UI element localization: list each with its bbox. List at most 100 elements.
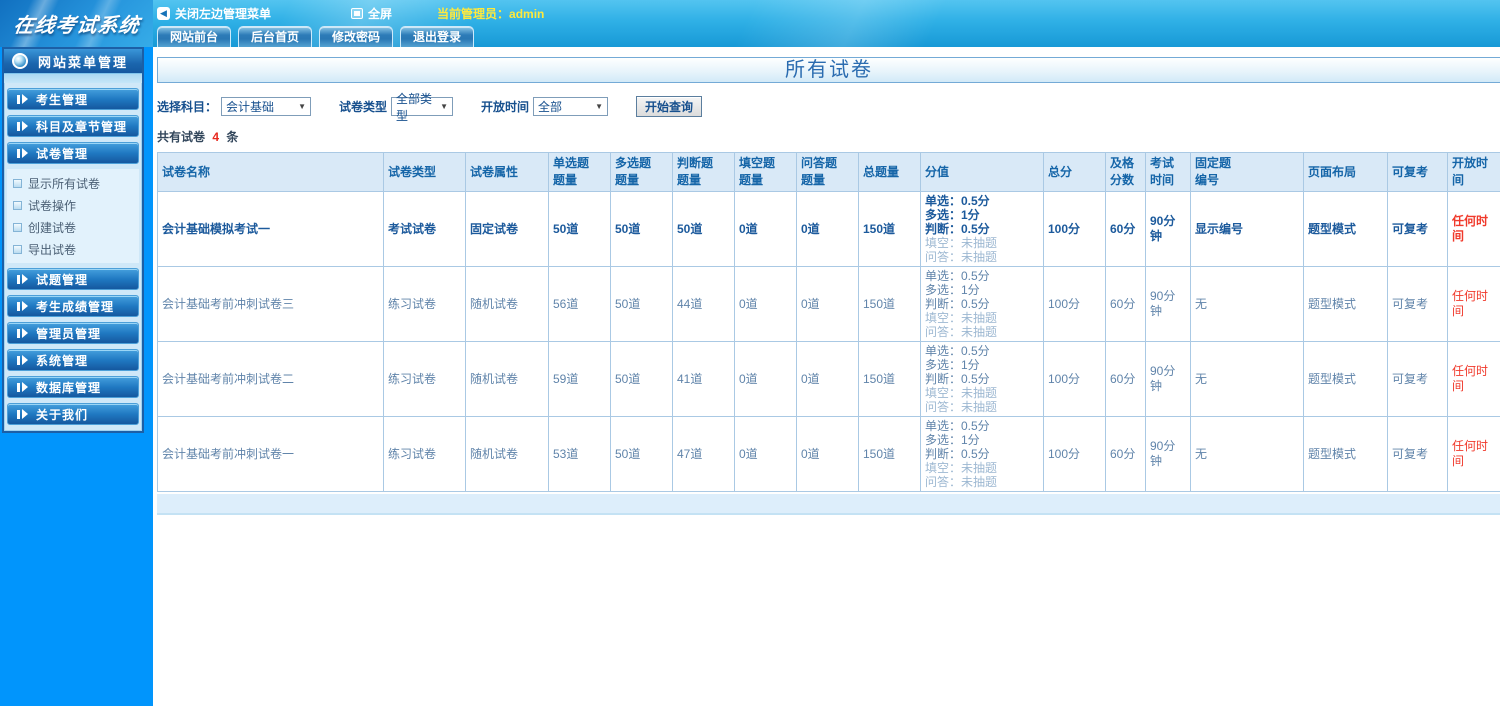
col-blank-count: 填空题 题量 [734,152,797,192]
page-body: 网站菜单管理 考生管理 科目及章节管理 试卷管理 显示所有试卷 试卷操作 创建试… [0,47,1500,706]
subject-filter-label: 选择科目： [157,100,218,114]
table-cell: 90分钟 [1145,416,1191,492]
table-cell: 0道 [796,341,859,417]
start-query-button[interactable]: 开始查询 [636,96,703,117]
paper-type-filter-label: 试卷类型 [339,100,388,114]
sidebar-item-database-mgmt[interactable]: 数据库管理 [7,376,139,398]
table-cell: 90分钟 [1145,266,1191,342]
submenu-show-all-papers[interactable]: 显示所有试卷 [13,172,139,194]
fullscreen-button[interactable]: 全屏 [351,5,392,22]
table-cell: 可复考 [1387,416,1448,492]
paper-count-value: 4 [212,130,220,144]
table-cell: 150道 [858,191,921,267]
table-cell: 100分 [1043,341,1106,417]
sidebar-item-subject-chapter-mgmt[interactable]: 科目及章节管理 [7,115,139,137]
sidebar: 网站菜单管理 考生管理 科目及章节管理 试卷管理 显示所有试卷 试卷操作 创建试… [0,47,153,706]
table-row: 会计基础考前冲刺试卷二 练习试卷 随机试卷 59道 50道 41道 0道 0道 … [157,341,1500,417]
table-cell: 会计基础模拟考试一 [157,191,384,267]
table-cell: 题型模式 [1303,266,1388,342]
table-cell: 50道 [610,191,673,267]
table-cell-open-time: 任何时间 [1447,266,1500,342]
table-cell: 0道 [796,191,859,267]
paper-count-row: 共有试卷 4 条 [157,128,1500,145]
sidebar-item-paper-mgmt[interactable]: 试卷管理 [7,142,139,164]
col-retake: 可复考 [1387,152,1448,192]
table-cell: 可复考 [1387,341,1448,417]
table-cell-open-time: 任何时间 [1447,191,1500,267]
page-title-bar: 所有试卷 [157,57,1500,83]
app-logo: 在线考试系统 [0,0,153,47]
submenu-paper-operation[interactable]: 试卷操作 [13,194,139,216]
paper-type-select[interactable]: 全部类型 ▼ [391,92,454,123]
tab-change-password[interactable]: 修改密码 [319,26,394,47]
table-cell: 0道 [734,341,797,417]
table-cell: 150道 [858,341,921,417]
subject-select[interactable]: 会计基础 ▼ [221,97,312,116]
play-bar-icon [17,328,28,338]
sidebar-item-admin-mgmt[interactable]: 管理员管理 [7,322,139,344]
table-row: 会计基础考前冲刺试卷三 练习试卷 随机试卷 56道 50道 44道 0道 0道 … [157,266,1500,342]
sidebar-menu-panel: 网站菜单管理 考生管理 科目及章节管理 试卷管理 显示所有试卷 试卷操作 创建试… [2,47,144,433]
table-cell: 60分 [1105,341,1146,417]
col-paper-name: 试卷名称 [157,152,384,192]
table-cell: 44道 [672,266,735,342]
table-cell: 0道 [734,191,797,267]
col-single-count: 单选题 题量 [548,152,611,192]
table-cell: 50道 [610,266,673,342]
open-time-filter-label: 开放时间 [481,100,530,114]
current-admin-label: 当前管理员：admin [437,6,545,21]
col-total-score: 总分 [1043,152,1106,192]
table-cell: 随机试卷 [465,341,549,417]
sidebar-item-about-us[interactable]: 关于我们 [7,403,139,425]
square-bullet-icon [13,244,22,254]
table-cell: 50道 [672,191,735,267]
table-footer-strip [157,494,1500,515]
tab-logout[interactable]: 退出登录 [400,26,475,47]
table-cell: 会计基础考前冲刺试卷三 [157,266,384,342]
table-header-row: 试卷名称 试卷类型 试卷属性 单选题 题量 多选题 题量 判断题 题量 填空题 … [157,152,1500,192]
table-cell: 53道 [548,416,611,492]
table-cell-open-time: 任何时间 [1447,416,1500,492]
table-cell: 47道 [672,416,735,492]
table-cell: 60分 [1105,416,1146,492]
chevron-down-icon: ▼ [440,102,449,111]
col-multi-count: 多选题 题量 [610,152,673,192]
table-cell: 练习试卷 [383,341,466,417]
table-cell: 100分 [1043,416,1106,492]
sidebar-item-score-mgmt[interactable]: 考生成绩管理 [7,295,139,317]
sidebar-title: 网站菜单管理 [38,54,129,70]
close-left-menu-button[interactable]: ◀ 关闭左边管理菜单 [157,5,271,22]
submenu-export-paper[interactable]: 导出试卷 [13,238,139,260]
play-bar-icon [17,301,28,311]
chevron-down-icon: ▼ [595,102,604,111]
sidebar-item-question-mgmt[interactable]: 试题管理 [7,268,139,290]
sidebar-item-system-mgmt[interactable]: 系统管理 [7,349,139,371]
tab-site-frontend[interactable]: 网站前台 [157,26,232,47]
submenu-create-paper[interactable]: 创建试卷 [13,216,139,238]
top-tab-row: 网站前台 后台首页 修改密码 退出登录 [153,26,1500,47]
open-time-select[interactable]: 全部 ▼ [533,97,609,116]
filter-row: 选择科目： 会计基础 ▼ 试卷类型 全部类型 ▼ 开放时间 全部 ▼ 开始查询 [157,92,1500,123]
table-cell: 50道 [548,191,611,267]
table-cell: 练习试卷 [383,266,466,342]
table-cell: 考试试卷 [383,191,466,267]
sidebar-item-examinee-mgmt[interactable]: 考生管理 [7,88,139,110]
col-paper-attr: 试卷属性 [465,152,549,192]
table-cell: 100分 [1043,191,1106,267]
table-cell: 90分钟 [1145,191,1191,267]
main-content: 所有试卷 选择科目： 会计基础 ▼ 试卷类型 全部类型 ▼ 开放时间 全部 ▼ … [153,47,1500,706]
globe-sphere-icon [12,53,28,69]
table-cell: 60分 [1105,266,1146,342]
table-cell-scores: 单选：0.5分 多选：1分 判断：0.5分 填空：未抽题 问答：未抽题 [920,341,1044,417]
tab-admin-home[interactable]: 后台首页 [238,26,313,47]
paper-mgmt-submenu: 显示所有试卷 试卷操作 创建试卷 导出试卷 [7,169,139,263]
col-judge-count: 判断题 题量 [672,152,735,192]
table-cell: 41道 [672,341,735,417]
page-title: 所有试卷 [785,59,873,81]
table-cell: 50道 [610,341,673,417]
col-open-time: 开放时间 [1447,152,1500,192]
top-bar: ◀ 关闭左边管理菜单 全屏 当前管理员：admin 网站前台 后台首页 修改密码… [153,0,1500,47]
table-cell: 90分钟 [1145,341,1191,417]
table-cell: 60分 [1105,191,1146,267]
table-cell: 无 [1190,416,1304,492]
